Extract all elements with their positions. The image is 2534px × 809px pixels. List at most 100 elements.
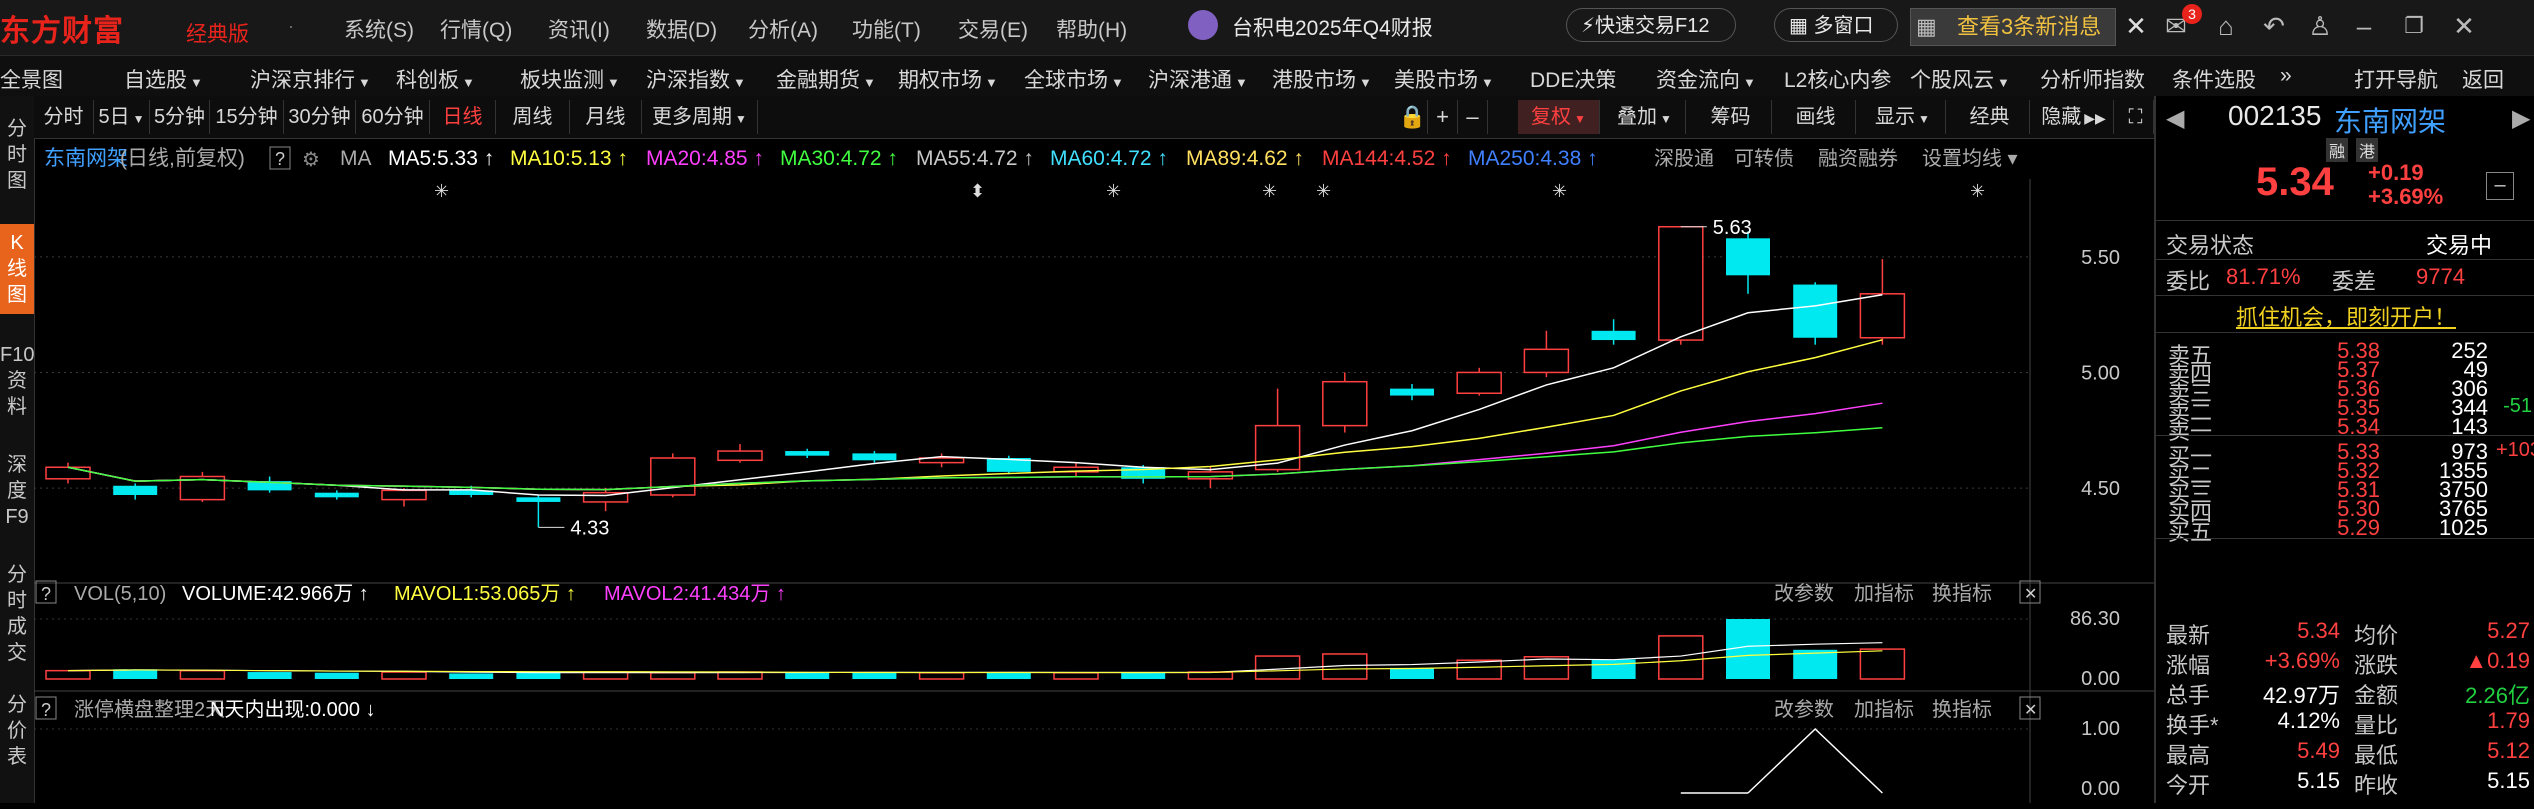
chart-area[interactable]: 东南网架 (日线,前复权)? ⚙ MA MA5:5.33 ↑ MA10:5.13 ↑ MA2… <box>34 139 2154 803</box>
assistant-avatar-icon[interactable] <box>1188 10 1218 40</box>
period-label: 月线 <box>585 106 626 128</box>
period-tab-9[interactable]: 月线 <box>570 100 642 134</box>
toolbar-2[interactable]: 叠加 ▼ <box>1604 100 1686 134</box>
prev-stock-icon[interactable]: ◀ <box>2166 104 2184 133</box>
open-nav-link[interactable]: 打开导航 <box>2354 64 2438 94</box>
view-tab-3[interactable]: F10 资料 <box>0 336 34 426</box>
menu-8[interactable]: 帮助(H) <box>1056 14 1127 44</box>
toolbar-4[interactable]: 画线 <box>1776 100 1856 134</box>
nav-item-13[interactable]: DDE决策 <box>1530 64 1616 94</box>
undo-icon[interactable]: ↶ <box>2260 12 2288 40</box>
minimize-icon[interactable]: – <box>2350 12 2378 40</box>
view-tab-5[interactable]: 分时成交 <box>0 556 34 672</box>
chevron-down-icon: ▼ <box>1918 112 1930 126</box>
nav-item-16[interactable]: 个股风云 ▼ <box>1910 64 2010 94</box>
nav-item-11[interactable]: 港股市场 ▼ <box>1272 64 1372 94</box>
menu-2[interactable]: 行情(Q) <box>440 14 512 44</box>
menu-7[interactable]: 交易(E) <box>958 14 1028 44</box>
zoom-out-icon[interactable]: – <box>1458 100 1488 134</box>
period-tab-8[interactable]: 周线 <box>496 100 570 134</box>
period-tab-4[interactable]: 15分钟 <box>210 100 284 134</box>
shirt-skin-icon[interactable]: ♙ <box>2306 12 2334 40</box>
toolbar-7[interactable]: 隐藏 ▶▶ <box>2034 100 2114 134</box>
toolbar-1[interactable]: 复权 ▼ <box>1518 100 1600 134</box>
toolbar-6[interactable]: 经典 <box>1950 100 2030 134</box>
close-news-icon[interactable]: ✕ <box>2122 12 2150 40</box>
volume-tick-label: 0.00 <box>2081 668 2120 690</box>
nav-item-2[interactable]: 自选股 ▼ <box>124 64 203 94</box>
period-tab-7[interactable]: 日线 <box>430 100 496 134</box>
period-tab-5[interactable]: 30分钟 <box>284 100 356 134</box>
candle-body-up <box>1859 293 1906 339</box>
nav-item-10[interactable]: 沪深港通 ▼ <box>1148 64 1248 94</box>
period-tab-10[interactable]: 更多周期 ▼ <box>642 100 758 134</box>
nav-item-label: 沪深指数 <box>646 69 730 92</box>
nav-item-6[interactable]: 沪深指数 ▼ <box>646 64 746 94</box>
divider <box>2156 295 2534 296</box>
period-label: 周线 <box>512 106 553 128</box>
nav-item-4[interactable]: 科创板 ▼ <box>396 64 475 94</box>
period-tab-2[interactable]: 5日 ▼ <box>94 100 150 134</box>
orderbook-price[interactable]: 5.34 <box>2296 414 2380 440</box>
volume-bar-down <box>852 672 897 679</box>
news-button[interactable]: 查看3条新消息 <box>1910 8 2117 46</box>
view-tab-4[interactable]: 深度 F9 <box>0 446 34 536</box>
collapse-icon[interactable]: – <box>2486 172 2514 200</box>
nav-item-17[interactable]: 分析师指数 <box>2040 64 2145 94</box>
nav-item-1[interactable]: 全景图 <box>0 64 63 94</box>
nav-item-9[interactable]: 全球市场 ▼ <box>1024 64 1124 94</box>
period-tab-1[interactable]: 分时 <box>34 100 94 134</box>
headline-notice[interactable]: 台积电2025年Q4财报 <box>1232 12 1433 42</box>
max-price-label: 5.63 <box>1713 217 1752 239</box>
stock-name: 东南网架 <box>2334 106 2447 137</box>
menu-5[interactable]: 分析(A) <box>748 14 818 44</box>
restore-icon[interactable]: ❐ <box>2400 12 2428 40</box>
quick-trade-button[interactable]: ⚡快速交易F12 <box>1566 8 1736 42</box>
next-stock-icon[interactable]: ▶ <box>2512 104 2530 133</box>
nav-item-7[interactable]: 金融期货 ▼ <box>776 64 876 94</box>
multi-window-button[interactable]: ▦ 多窗口 <box>1774 8 1898 42</box>
home-icon[interactable]: ⌂ <box>2212 12 2240 40</box>
candle-body-up <box>381 489 427 501</box>
stat-value: 5.34 <box>2297 618 2340 643</box>
volume-link-1: 改参数 <box>1774 582 1834 605</box>
stat-label: 量比 <box>2354 713 2399 738</box>
chevron-down-icon: ▼ <box>1481 75 1494 90</box>
webi-value: 81.71% <box>2226 264 2301 289</box>
lock-icon[interactable]: 🔒 <box>1398 100 1428 134</box>
window-close-icon[interactable]: ✕ <box>2450 12 2478 40</box>
view-tab-6[interactable]: 分价表 <box>0 686 34 776</box>
nav-more-icon[interactable]: » <box>2280 64 2292 88</box>
menu-3[interactable]: 资讯(I) <box>548 14 610 44</box>
volume-bar-up <box>650 671 696 680</box>
price-tick-label: 5.00 <box>2081 362 2120 384</box>
nav-item-12[interactable]: 美股市场 ▼ <box>1394 64 1494 94</box>
nav-item-3[interactable]: 沪深京排行 ▼ <box>250 64 371 94</box>
toolbar-5[interactable]: 显示 ▼ <box>1860 100 1946 134</box>
nav-item-5[interactable]: 板块监测 ▼ <box>520 64 620 94</box>
back-link[interactable]: 返回 <box>2462 64 2504 94</box>
period-tab-3[interactable]: 5分钟 <box>150 100 210 134</box>
volume-bar-down <box>314 672 359 679</box>
nav-item-14[interactable]: 资金流向 ▼ <box>1656 64 1756 94</box>
nav-item-18[interactable]: 条件选股 <box>2172 64 2256 94</box>
kline-chart[interactable]: 东南网架(日线,前复权)? ⚙ MA MA5:5.33 ↑ MA10:5.13 ↑ MA2… <box>34 139 2154 803</box>
menu-4[interactable]: 数据(D) <box>646 14 717 44</box>
view-tab-2[interactable]: K线图 <box>0 224 34 314</box>
menu-6[interactable]: 功能(T) <box>852 14 921 44</box>
trade-state: 交易中 <box>2426 233 2493 258</box>
zoom-in-icon[interactable]: + <box>1428 100 1458 134</box>
last-price: 5.34 <box>2256 160 2334 204</box>
stat-label: 最低 <box>2354 743 2399 768</box>
indicator-name: 涨停横盘整理2天 <box>74 698 225 721</box>
menu-1[interactable]: 系统(S) <box>344 14 414 44</box>
market-nav-bar: 全景图 自选股 ▼ 沪深京排行 ▼ 科创板 ▼ 板块监测 ▼ 沪深指数 ▼ 金融期货 ▼ 期权市场 ▼ 全球市… <box>0 56 2534 97</box>
toolbar-3[interactable]: 筹码 <box>1690 100 1772 134</box>
view-tab-1[interactable]: 分时图 <box>0 110 34 200</box>
nav-item-8[interactable]: 期权市场 ▼ <box>898 64 998 94</box>
nav-item-15[interactable]: L2核心内参 <box>1784 64 1891 94</box>
period-tab-6[interactable]: 60分钟 <box>356 100 430 134</box>
open-account-promo[interactable]: 抓住机会，即刻开户！ <box>2156 300 2534 332</box>
toolbar-label: 显示 <box>1875 106 1916 128</box>
fullscreen-icon[interactable]: ⛶ <box>2118 100 2154 134</box>
